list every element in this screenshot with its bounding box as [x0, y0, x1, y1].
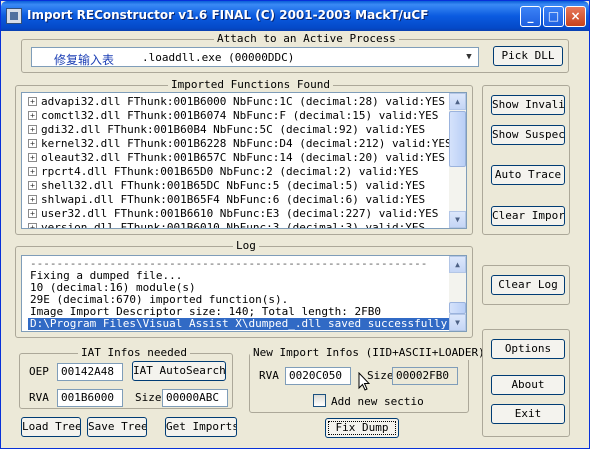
- attach-legend: Attach to an Active Process: [214, 32, 399, 46]
- tree-row[interactable]: + rpcrt4.dll FThunk:001B65D0 NbFunc:2 (de…: [28, 165, 419, 179]
- expand-icon[interactable]: +: [28, 223, 37, 228]
- size-label: Size: [135, 391, 162, 404]
- auto-trace-button[interactable]: Auto Trace: [491, 165, 565, 185]
- close-button[interactable]: ×: [565, 6, 586, 27]
- scroll-down-icon[interactable]: ▼: [449, 314, 466, 331]
- new-rva-label: RVA: [259, 369, 279, 382]
- imports-legend: Imported Functions Found: [168, 78, 333, 92]
- add-section-checkbox[interactable]: [313, 394, 326, 407]
- main-window: Import REConstructor v1.6 FINAL (C) 2001…: [0, 0, 590, 449]
- scroll-up-icon[interactable]: ▲: [449, 93, 466, 110]
- size-field[interactable]: 00000ABC: [162, 389, 228, 407]
- app-icon: [6, 8, 22, 24]
- window-title: Import REConstructor v1.6 FINAL (C) 2001…: [27, 8, 429, 22]
- save-tree-button[interactable]: Save Tree: [87, 417, 147, 437]
- imports-tree[interactable]: + advapi32.dll FThunk:001B6000 NbFunc:1C …: [21, 92, 467, 229]
- fix-dump-button[interactable]: Fix Dump: [325, 418, 399, 438]
- imports-scrollbar[interactable]: ▲ ▼: [449, 93, 466, 228]
- exit-button[interactable]: Exit: [491, 404, 565, 424]
- tree-row[interactable]: + comctl32.dll FThunk:001B6074 NbFunc:F (…: [28, 109, 438, 123]
- oep-field[interactable]: 00142A48: [57, 363, 123, 381]
- tree-row[interactable]: + shell32.dll FThunk:001B65DC NbFunc:5 (d…: [28, 179, 425, 193]
- new-rva-field[interactable]: 0020C050: [285, 367, 351, 385]
- expand-icon[interactable]: +: [28, 153, 37, 162]
- log-listbox[interactable]: ----------------------------------------…: [21, 255, 467, 332]
- rva-field[interactable]: 001B6000: [57, 389, 123, 407]
- new-size-field: 00002FB0: [392, 367, 458, 385]
- expand-icon[interactable]: +: [28, 195, 37, 204]
- scroll-down-icon[interactable]: ▼: [449, 211, 466, 228]
- new-size-label: Size: [367, 369, 394, 382]
- oep-label: OEP: [29, 365, 49, 378]
- expand-icon[interactable]: +: [28, 139, 37, 148]
- clear-imports-button[interactable]: Clear Imports: [491, 206, 565, 226]
- tree-row[interactable]: + gdi32.dll FThunk:001B60B4 NbFunc:5C (de…: [28, 123, 425, 137]
- tree-row[interactable]: + user32.dll FThunk:001B6610 NbFunc:E3 (d…: [28, 207, 438, 221]
- about-button[interactable]: About: [491, 375, 565, 395]
- mouse-cursor-icon: [358, 372, 370, 391]
- scroll-thumb[interactable]: [449, 111, 466, 167]
- expand-icon[interactable]: +: [28, 209, 37, 218]
- expand-icon[interactable]: +: [28, 125, 37, 134]
- tree-row[interactable]: + shlwapi.dll FThunk:001B65F4 NbFunc:6 (d…: [28, 193, 425, 207]
- dropdown-arrow-icon[interactable]: ▼: [461, 49, 477, 65]
- process-name: .loaddll.exe (00000DDC): [142, 51, 295, 64]
- log-legend: Log: [233, 239, 259, 253]
- load-tree-button[interactable]: Load Tree: [21, 417, 81, 437]
- scroll-up-icon[interactable]: ▲: [449, 256, 466, 273]
- tree-row[interactable]: + oleaut32.dll FThunk:001B657C NbFunc:14 …: [28, 151, 445, 165]
- expand-icon[interactable]: +: [28, 111, 37, 120]
- expand-icon[interactable]: +: [28, 167, 37, 176]
- pick-dll-button[interactable]: Pick DLL: [493, 46, 563, 66]
- options-button[interactable]: Options: [491, 339, 565, 359]
- new-import-legend: New Import Infos (IID+ASCII+LOADER): [250, 346, 488, 360]
- expand-icon[interactable]: +: [28, 181, 37, 190]
- log-scrollbar[interactable]: ▲ ▼: [449, 256, 466, 331]
- iat-legend: IAT Infos needed: [78, 346, 190, 360]
- minimize-button[interactable]: _: [520, 6, 541, 27]
- add-section-label[interactable]: Add new sectio: [331, 395, 424, 409]
- title-bar[interactable]: Import REConstructor v1.6 FINAL (C) 2001…: [1, 1, 589, 31]
- log-line-selected[interactable]: D:\Program Files\Visual Assist X\dumped_…: [28, 318, 454, 330]
- tree-row[interactable]: + advapi32.dll FThunk:001B6000 NbFunc:1C …: [28, 95, 445, 109]
- expand-icon[interactable]: +: [28, 97, 37, 106]
- show-suspect-button[interactable]: Show Suspect: [491, 125, 565, 145]
- iat-autosearch-button[interactable]: IAT AutoSearch: [132, 361, 226, 381]
- tree-row[interactable]: + version.dll FThunk:001B6010 NbFunc:3 (d…: [28, 221, 425, 228]
- get-imports-button[interactable]: Get Imports: [165, 417, 237, 437]
- process-label: 修复输入表: [54, 53, 115, 67]
- clear-log-button[interactable]: Clear Log: [491, 275, 565, 295]
- scroll-thumb[interactable]: [449, 302, 466, 314]
- show-invalid-button[interactable]: Show Invalid: [491, 95, 565, 115]
- maximize-button[interactable]: □: [543, 6, 564, 27]
- process-combobox[interactable]: 修复输入表 .loaddll.exe (00000DDC) ▼: [31, 47, 479, 67]
- tree-row[interactable]: + kernel32.dll FThunk:001B6228 NbFunc:D4 …: [28, 137, 452, 151]
- rva-label: RVA: [29, 391, 49, 404]
